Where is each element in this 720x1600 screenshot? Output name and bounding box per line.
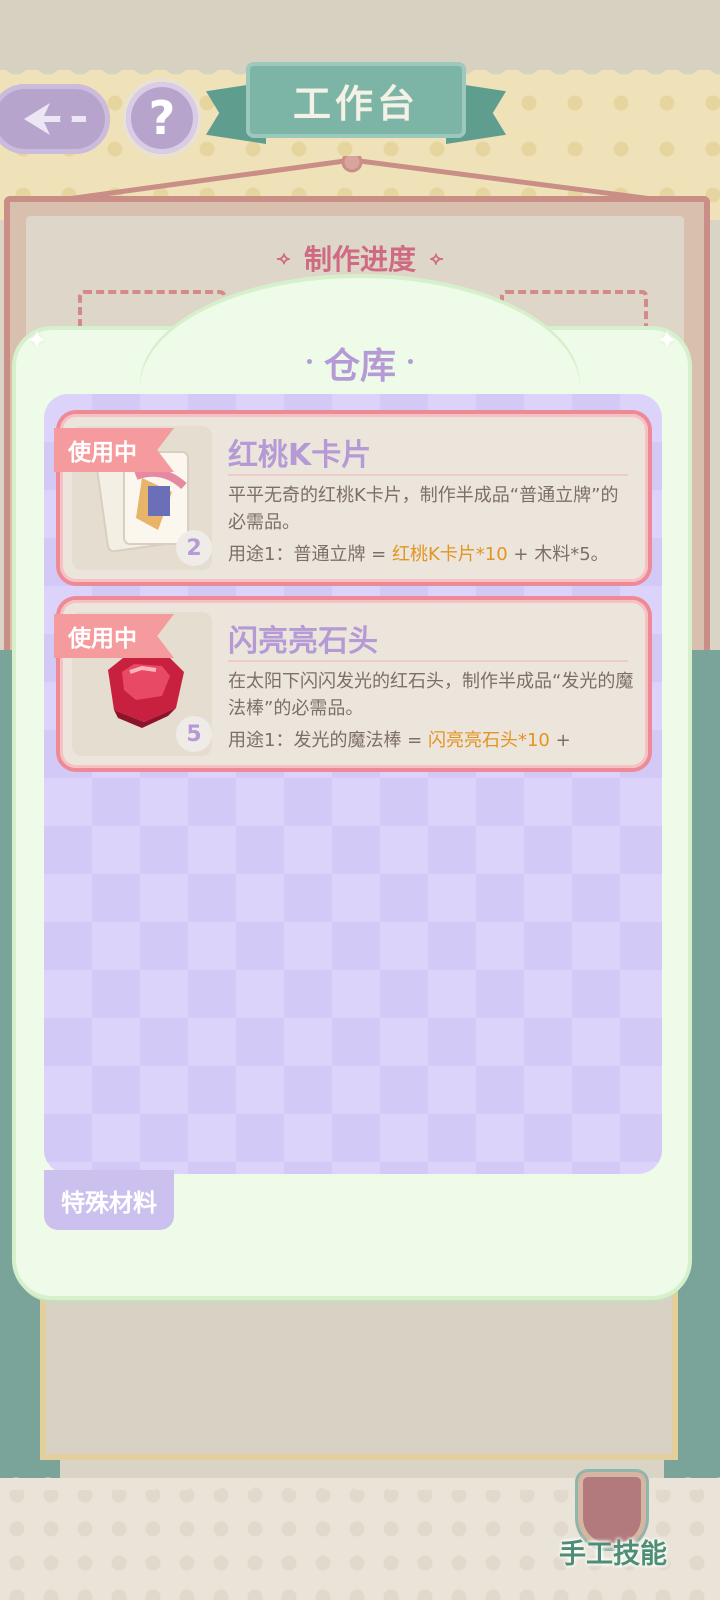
usage-suffix: +: [549, 730, 571, 751]
progress-heading: ⟢ 制作进度 ⟣: [220, 236, 500, 280]
help-icon: ?: [148, 91, 176, 145]
warehouse-heading: • 仓库 •: [260, 336, 460, 390]
right-ornament-icon: ⟣: [430, 247, 444, 269]
in-use-badge: 使用中: [54, 428, 174, 472]
item-description: 在太阳下闪闪发光的红石头，制作半成品“发光的魔法棒”的必需品。: [228, 671, 634, 719]
item-count: 5: [176, 716, 212, 752]
progress-title: 制作进度: [303, 243, 416, 276]
usage-highlight: 红桃K卡片*10: [391, 544, 508, 565]
item-card[interactable]: 5 使用中 闪亮亮石头 在太阳下闪闪发光的红石头，制作半成品“发光的魔法棒”的必…: [54, 600, 648, 768]
usage-prefix: 用途1：发光的魔法棒 =: [228, 730, 428, 751]
warehouse-title: 仓库: [323, 346, 396, 387]
sparkle-icon: ✦: [26, 326, 48, 356]
back-arrow-icon: [24, 103, 86, 135]
dot-ornament-icon: •: [406, 355, 415, 371]
in-use-badge: 使用中: [54, 614, 174, 658]
item-card[interactable]: K 2 使用中 红桃K卡片 平平无奇的红桃K卡片，制作半成品“普通立牌”的必需品…: [54, 414, 648, 582]
dot-ornament-icon: •: [305, 355, 314, 371]
left-ornament-icon: ⟢: [276, 247, 290, 269]
item-name: 红桃K卡片: [228, 430, 628, 476]
item-usage: 用途1：普通立牌 = 红桃K卡片*10 + 木料*5。: [228, 540, 638, 566]
page-title: 工作台: [292, 81, 419, 126]
item-count: 2: [176, 530, 212, 566]
craft-skill-button[interactable]: 手工技能: [548, 1470, 678, 1590]
title-ribbon: 工作台: [246, 62, 466, 138]
tab-special-materials[interactable]: 特殊材料: [44, 1170, 174, 1230]
usage-suffix: + 木料*5。: [507, 544, 609, 565]
sparkle-icon: ✦: [656, 326, 678, 356]
back-button[interactable]: [0, 84, 110, 154]
item-description: 平平无奇的红桃K卡片，制作半成品“普通立牌”的必需品。: [228, 485, 619, 533]
usage-prefix: 用途1：普通立牌 =: [228, 544, 392, 565]
craft-skill-label: 手工技能: [559, 1539, 667, 1570]
item-usage: 用途1：发光的魔法棒 = 闪亮亮石头*10 +: [228, 726, 638, 752]
desk-area: [40, 1270, 678, 1460]
usage-highlight: 闪亮亮石头*10: [427, 730, 550, 751]
help-button[interactable]: ?: [126, 82, 198, 154]
item-name: 闪亮亮石头: [228, 616, 628, 662]
